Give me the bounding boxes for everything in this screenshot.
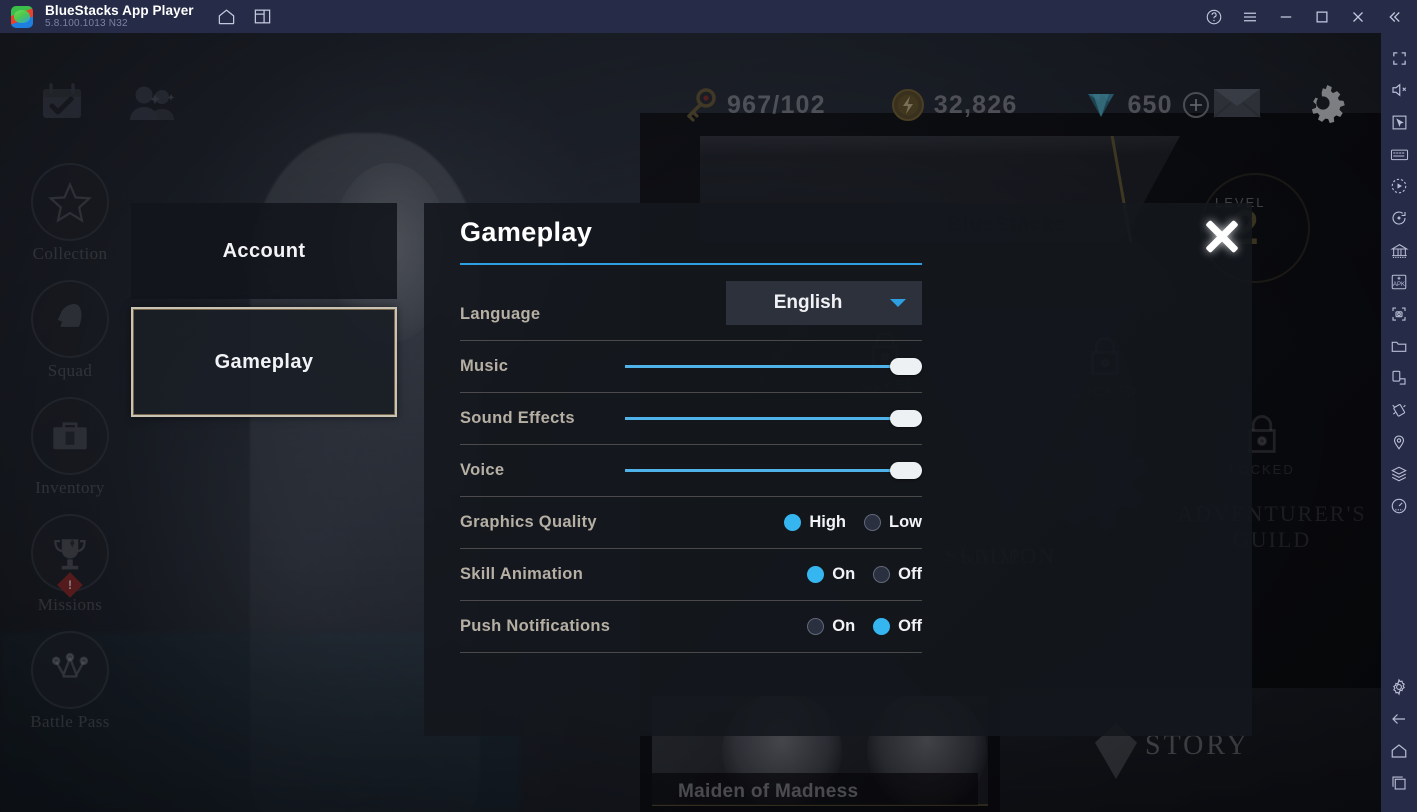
radio-dot-push-off bbox=[873, 618, 891, 635]
skill-animation-option-off[interactable]: Off bbox=[873, 565, 922, 584]
title-underline bbox=[460, 263, 922, 265]
radio-dot-skill-off bbox=[873, 566, 891, 583]
skill-animation-radio-group: On Off bbox=[807, 565, 922, 584]
graphics-quality-option-high[interactable]: High bbox=[784, 513, 846, 532]
music-slider-knob[interactable] bbox=[890, 358, 922, 375]
back-icon[interactable] bbox=[1384, 704, 1414, 734]
radio-label-high: High bbox=[809, 513, 846, 531]
collapse-sidebar-icon[interactable] bbox=[1383, 6, 1405, 28]
radio-label-push-off: Off bbox=[898, 617, 922, 635]
setting-label-graphics-quality: Graphics Quality bbox=[460, 513, 597, 531]
page-title: Gameplay bbox=[460, 217, 593, 247]
radio-label-push-on: On bbox=[832, 617, 856, 635]
rotate-screen-icon[interactable] bbox=[1384, 363, 1414, 393]
tab-gameplay-label: Gameplay bbox=[214, 350, 314, 373]
app-root: BlueStacks App Player 5.8.100.1013 N32 9… bbox=[0, 0, 1417, 812]
minimize-icon[interactable] bbox=[1275, 6, 1297, 28]
home-icon[interactable] bbox=[1384, 736, 1414, 766]
language-value: English bbox=[773, 292, 843, 313]
setting-control-push-notifications: On Off bbox=[807, 617, 922, 636]
fullscreen-icon[interactable] bbox=[1384, 43, 1414, 73]
music-slider-track bbox=[625, 365, 908, 368]
setting-row-language: Language English bbox=[460, 281, 922, 341]
pointer-icon[interactable] bbox=[1384, 107, 1414, 137]
media-folder-icon[interactable] bbox=[1384, 331, 1414, 361]
sync-operations-icon[interactable] bbox=[1384, 203, 1414, 233]
sound-effects-slider-track bbox=[625, 417, 908, 420]
voice-slider-track bbox=[625, 469, 908, 472]
setting-row-music: Music bbox=[460, 341, 922, 393]
setting-row-voice: Voice bbox=[460, 445, 922, 497]
settings-gear-icon[interactable] bbox=[1384, 672, 1414, 702]
multi-instance-icon[interactable] bbox=[252, 6, 274, 28]
install-apk-icon[interactable]: APK bbox=[1384, 267, 1414, 297]
voice-slider[interactable] bbox=[625, 460, 922, 482]
window-controls bbox=[1203, 6, 1417, 28]
setting-label-language: Language bbox=[460, 305, 541, 323]
push-notifications-option-on[interactable]: On bbox=[807, 617, 855, 636]
home-icon[interactable] bbox=[216, 6, 238, 28]
maximize-icon[interactable] bbox=[1311, 6, 1333, 28]
radio-dot-high bbox=[784, 514, 802, 531]
graphics-quality-radio-group: High Low bbox=[784, 513, 922, 532]
app-title: BlueStacks App Player bbox=[45, 2, 194, 18]
titlebar-quick-icons bbox=[216, 6, 274, 28]
tab-account[interactable]: Account bbox=[131, 203, 397, 299]
push-notifications-option-off[interactable]: Off bbox=[873, 617, 922, 636]
skill-animation-option-on[interactable]: On bbox=[807, 565, 855, 584]
setting-label-skill-animation: Skill Animation bbox=[460, 565, 584, 583]
radio-label-low: Low bbox=[889, 513, 922, 531]
chevron-down-icon bbox=[890, 299, 906, 307]
setting-label-music: Music bbox=[460, 357, 509, 375]
radio-label-skill-on: On bbox=[832, 565, 856, 583]
mute-icon[interactable] bbox=[1384, 75, 1414, 105]
recents-icon[interactable] bbox=[1384, 768, 1414, 798]
graphics-quality-option-low[interactable]: Low bbox=[864, 513, 922, 532]
layers-icon[interactable] bbox=[1384, 459, 1414, 489]
settings-tab-list: Account Gameplay bbox=[131, 203, 397, 425]
close-icon[interactable] bbox=[1347, 6, 1369, 28]
titlebar-text-group: BlueStacks App Player 5.8.100.1013 N32 bbox=[45, 4, 194, 30]
menu-icon[interactable] bbox=[1239, 6, 1261, 28]
setting-row-push-notifications: Push Notifications On Off bbox=[460, 601, 922, 653]
keyboard-controls-icon[interactable] bbox=[1384, 139, 1414, 169]
bluestacks-sidebar: APK bbox=[1381, 33, 1417, 812]
setting-control-skill-animation: On Off bbox=[807, 565, 922, 584]
help-icon[interactable] bbox=[1203, 6, 1225, 28]
window-titlebar: BlueStacks App Player 5.8.100.1013 N32 bbox=[0, 0, 1417, 33]
close-settings-button[interactable] bbox=[1198, 212, 1246, 260]
svg-text:APK: APK bbox=[1393, 282, 1405, 288]
sound-effects-slider-knob[interactable] bbox=[890, 410, 922, 427]
setting-row-skill-animation: Skill Animation On Off bbox=[460, 549, 922, 601]
settings-panel: Gameplay Language English Music Sound Ef… bbox=[424, 203, 1252, 736]
multi-instance-manager-icon[interactable] bbox=[1384, 235, 1414, 265]
speedometer-icon[interactable] bbox=[1384, 491, 1414, 521]
settings-panel-inner: Gameplay Language English Music Sound Ef… bbox=[424, 203, 1252, 736]
tab-gameplay[interactable]: Gameplay bbox=[131, 307, 397, 417]
music-slider[interactable] bbox=[625, 356, 922, 378]
radio-label-skill-off: Off bbox=[898, 565, 922, 583]
voice-slider-knob[interactable] bbox=[890, 462, 922, 479]
bluestacks-logo-icon bbox=[11, 5, 33, 28]
language-dropdown[interactable]: English bbox=[726, 281, 922, 325]
location-icon[interactable] bbox=[1384, 427, 1414, 457]
setting-label-sound-effects: Sound Effects bbox=[460, 409, 575, 427]
setting-control-graphics-quality: High Low bbox=[784, 513, 922, 532]
radio-dot-skill-on bbox=[807, 566, 825, 583]
macro-play-icon[interactable] bbox=[1384, 171, 1414, 201]
push-notifications-radio-group: On Off bbox=[807, 617, 922, 636]
radio-dot-low bbox=[864, 514, 881, 531]
app-version: 5.8.100.1013 N32 bbox=[45, 18, 128, 30]
sound-effects-slider[interactable] bbox=[625, 408, 922, 430]
setting-label-push-notifications: Push Notifications bbox=[460, 617, 611, 635]
setting-label-voice: Voice bbox=[460, 461, 505, 479]
tab-account-label: Account bbox=[222, 239, 306, 262]
screenshot-icon[interactable] bbox=[1384, 299, 1414, 329]
radio-dot-push-on bbox=[807, 618, 825, 635]
shake-icon[interactable] bbox=[1384, 395, 1414, 425]
setting-row-sound-effects: Sound Effects bbox=[460, 393, 922, 445]
setting-row-graphics-quality: Graphics Quality High Low bbox=[460, 497, 922, 549]
game-viewport: SUMMON SHOP ADVENTURER'S GUILD LOCKED LO… bbox=[0, 33, 1381, 812]
